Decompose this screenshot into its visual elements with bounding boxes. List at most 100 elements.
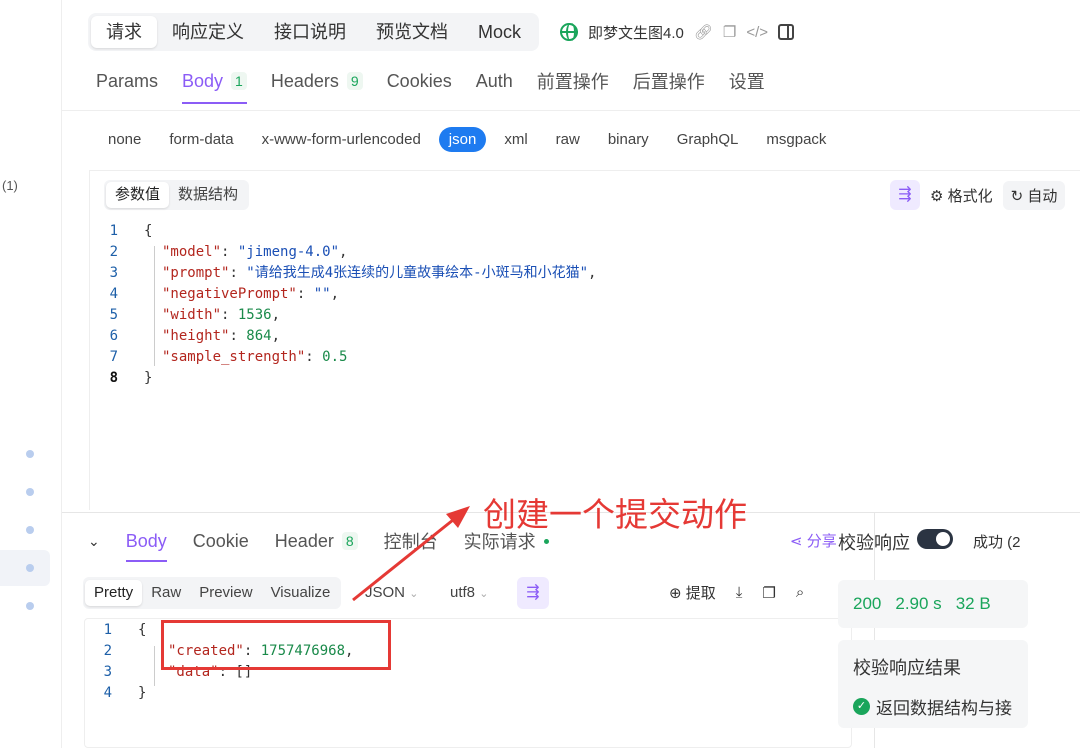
resp-tab-header[interactable]: Header 8 [275,531,358,562]
code-line: 8} [88,368,596,389]
encoding-value: utf8 [450,584,476,601]
tab-request[interactable]: 请求 [91,16,157,48]
body-type-urlencoded[interactable]: x-www-form-urlencoded [262,131,421,148]
tab-preview-docs[interactable]: 预览文档 [361,16,463,48]
tab-pre-operations[interactable]: 前置操作 [537,68,609,104]
tab-post-operations[interactable]: 后置操作 [633,68,705,104]
tab-label: 控制台 [383,532,438,552]
body-type-json[interactable]: json [438,127,487,152]
code-token: "sample_strength" [162,349,306,365]
line-number: 4 [103,685,112,701]
resp-tab-cookie[interactable]: Cookie [193,531,249,562]
validation-result-text: 返回数据结构与接 [876,699,1012,718]
globe-icon[interactable] [560,23,578,41]
resp-tab-body[interactable]: Body [125,531,167,562]
validate-status: 成功 (2 [973,534,1021,551]
chevron-down-icon[interactable]: ⌄ [88,533,100,560]
body-type-binary[interactable]: binary [608,131,649,148]
line-number: 3 [103,664,112,680]
extract-icon: ⊕ [669,585,682,602]
tree-dot[interactable] [26,488,34,496]
tree-dot[interactable] [26,602,34,610]
tab-label: Cookie [192,530,249,551]
code-line: 5 "width": 1536, [88,305,596,326]
download-icon[interactable]: ⤓ [736,584,743,601]
wrap-lines-icon[interactable]: ⇶ [517,577,549,609]
body-type-none[interactable]: none [108,131,141,148]
tree-dot[interactable] [26,526,34,534]
tab-mock[interactable]: Mock [463,16,536,48]
tab-label: Cookies [386,70,452,91]
code-token: : [296,286,314,302]
seg-data-structure[interactable]: 数据结构 [169,182,247,208]
seg-raw[interactable]: Raw [142,580,190,606]
refresh-icon: ↻ [1010,187,1024,205]
panel-layout-icon[interactable] [778,24,795,40]
response-stats: 200 2.90 s 32 B [838,580,1028,628]
seg-preview[interactable]: Preview [190,580,261,606]
format-label: 格式化 [947,187,993,205]
left-sidebar: (1) [0,0,62,748]
seg-visualize[interactable]: Visualize [262,580,340,606]
seg-param-values[interactable]: 参数值 [106,182,170,208]
copy-icon[interactable]: ❐ [762,584,775,602]
tab-auth[interactable]: Auth [476,68,513,104]
tab-body[interactable]: Body 1 [182,68,247,104]
check-circle-icon: ✓ [853,698,870,715]
sidebar-active-row[interactable] [0,550,50,586]
copy-icon[interactable]: ❐ [723,23,736,41]
tab-params[interactable]: Params [96,68,158,104]
code-text: { [124,221,152,242]
extract-button[interactable]: ⊕ 提取 [669,582,716,603]
sidebar-count: (1) [2,178,18,193]
link-icon[interactable]: 🔗︎ [694,23,713,41]
validate-toggle[interactable] [917,529,953,549]
tab-settings[interactable]: 设置 [729,68,765,104]
line-number: 5 [109,307,118,323]
format-select[interactable]: JSON ⌄ [365,584,418,601]
validation-result-title: 校验响应结果 [853,658,961,678]
code-token: "请给我生成4张连续的儿童故事绘本-小斑马和小花猫" [246,265,589,281]
code-line: 1{ [88,221,596,242]
tree-dot[interactable] [26,450,34,458]
encoding-select[interactable]: utf8 ⌄ [450,584,488,601]
request-body-editor[interactable]: 1{2 "model": "jimeng-4.0", 3 "prompt": "请给我… [88,221,597,389]
tab-label: Headers [270,70,339,91]
code-token: : [305,349,323,365]
header-count-badge: 8 [341,532,358,550]
search-icon[interactable]: ⌕ [796,584,804,601]
tab-cookies[interactable]: Cookies [387,68,452,104]
tab-headers[interactable]: Headers 9 [271,68,363,104]
resp-tab-console[interactable]: 控制台 [384,528,438,564]
tab-response-definition[interactable]: 响应定义 [157,16,259,48]
code-text: "prompt": "请给我生成4张连续的儿童故事绘本-小斑马和小花猫", [124,263,596,284]
body-type-selector: none form-data x-www-form-urlencoded jso… [108,127,826,152]
code-token: 1536 [237,307,272,323]
body-type-xml[interactable]: xml [504,131,527,148]
body-type-msgpack[interactable]: msgpack [766,131,826,148]
extract-label: 提取 [685,585,716,602]
body-type-graphql[interactable]: GraphQL [677,131,739,148]
wrap-lines-icon[interactable]: ⇶ [890,180,920,210]
auto-button[interactable]: ↻ 自动 [1002,180,1066,210]
param-tools: ⇶ ⚙︎ 格式化 ↻ 自动 [890,180,1066,210]
code-token: "model" [162,244,222,260]
code-icon[interactable]: </> [746,24,768,41]
body-type-form-data[interactable]: form-data [169,131,233,148]
code-text: } [124,368,152,389]
seg-pretty[interactable]: Pretty [85,580,143,606]
tab-api-description[interactable]: 接口说明 [259,16,361,48]
format-button[interactable]: ⚙︎ 格式化 [930,185,993,206]
body-count-badge: 1 [231,72,247,90]
code-token: 864 [246,328,272,344]
share-label: 分享 [806,533,837,550]
body-type-raw[interactable]: raw [556,131,580,148]
code-token: { [144,223,153,239]
code-token: "" [313,286,331,302]
code-token: , [271,307,281,323]
share-button[interactable]: ⋖ 分享 [790,530,837,551]
share-icon: ⋖ [790,533,803,550]
code-text: "sample_strength": 0.5 [124,347,347,368]
tree-dot[interactable] [26,564,34,572]
code-line: 7 "sample_strength": 0.5 [88,347,596,368]
